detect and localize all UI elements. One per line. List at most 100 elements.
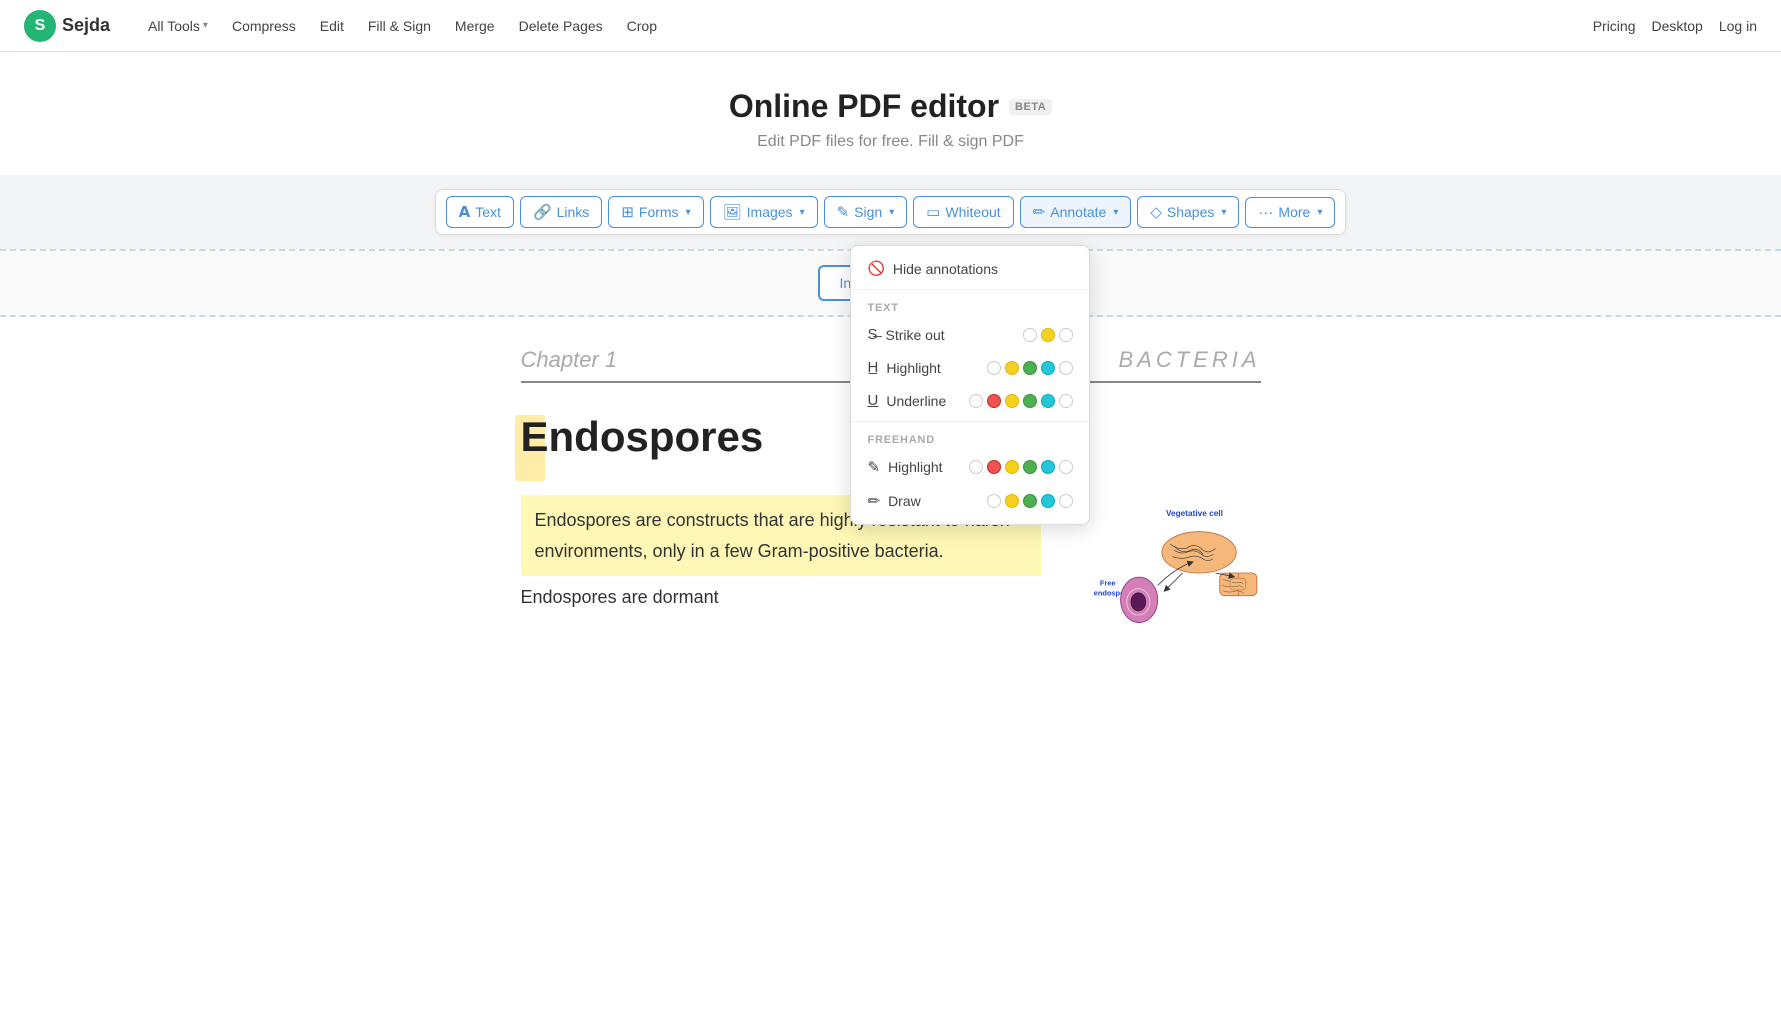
tool-text[interactable]: 𝗔 Text (446, 196, 514, 228)
strikeout-colors (1023, 328, 1073, 342)
freehand-section-label: FREEHAND (851, 426, 1089, 450)
color-circle[interactable] (1041, 328, 1055, 342)
hero-title: Online PDF editor BETA (729, 88, 1052, 125)
strikeout-item[interactable]: S̶ Strike out (851, 318, 1089, 351)
nav-login[interactable]: Log in (1719, 18, 1757, 34)
dropdown-divider-2 (851, 421, 1089, 422)
more-icon: ··· (1258, 204, 1273, 221)
nav-pricing[interactable]: Pricing (1593, 18, 1636, 34)
draw-colors (987, 494, 1073, 508)
highlight-text-item[interactable]: H̲ Highlight (851, 351, 1089, 384)
highlight-icon: H̲ (867, 359, 878, 376)
color-circle[interactable] (1059, 460, 1073, 474)
color-circle[interactable] (1059, 394, 1073, 408)
freehand-highlight-colors (969, 460, 1073, 474)
text-tool-icon: 𝗔 (459, 203, 471, 221)
color-circle[interactable] (969, 460, 983, 474)
highlight-colors (987, 361, 1073, 375)
color-circle[interactable] (1041, 460, 1055, 474)
tool-whiteout[interactable]: ▭ Whiteout (913, 196, 1013, 228)
logo[interactable]: S Sejda (24, 10, 110, 42)
svg-text:Free: Free (1099, 578, 1115, 587)
sign-dropdown-arrow: ▾ (889, 207, 894, 218)
draw-icon: ✏ (867, 492, 880, 510)
color-circle[interactable] (987, 361, 1001, 375)
color-circle[interactable] (1041, 361, 1055, 375)
color-circle[interactable] (1023, 394, 1037, 408)
nav-crop[interactable]: Crop (617, 12, 667, 40)
color-circle[interactable] (987, 494, 1001, 508)
images-dropdown-arrow: ▾ (800, 207, 805, 218)
color-circle[interactable] (1041, 394, 1055, 408)
color-circle[interactable] (1059, 328, 1073, 342)
dropdown-divider (851, 289, 1089, 290)
color-circle[interactable] (1005, 494, 1019, 508)
nav-right: Pricing Desktop Log in (1593, 18, 1757, 34)
annotate-dropdown-arrow: ▾ (1113, 207, 1118, 218)
nav-compress[interactable]: Compress (222, 12, 306, 40)
tool-links[interactable]: 🔗 Links (520, 196, 602, 228)
underline-item[interactable]: U Underline (851, 384, 1089, 417)
color-circle[interactable] (1023, 361, 1037, 375)
nav-merge[interactable]: Merge (445, 12, 505, 40)
nav-desktop[interactable]: Desktop (1651, 18, 1702, 34)
color-circle[interactable] (1005, 394, 1019, 408)
link-icon: 🔗 (533, 203, 552, 221)
forms-icon: ⊞ (621, 203, 634, 221)
chapter-title: Chapter 1 (521, 347, 618, 373)
freehand-highlight-icon: ✎ (867, 458, 880, 476)
color-circle[interactable] (1023, 328, 1037, 342)
tool-images[interactable]: 🖼 Images ▾ (710, 196, 818, 228)
illustration-column: Vegetative cell Free endospore (1071, 413, 1261, 738)
hero-subtitle: Edit PDF files for free. Fill & sign PDF (20, 133, 1761, 151)
annotate-dropdown: 🚫 Hide annotations TEXT S̶ Strike out H̲… (850, 245, 1090, 525)
strikeout-icon: S̶ (867, 326, 877, 343)
hero-section: Online PDF editor BETA Edit PDF files fo… (0, 52, 1781, 175)
hide-annotations-item[interactable]: 🚫 Hide annotations (851, 252, 1089, 285)
tool-annotate[interactable]: ✏ Annotate ▾ (1020, 196, 1132, 228)
tool-shapes[interactable]: ◇ Shapes ▾ (1137, 196, 1239, 228)
underline-colors (969, 394, 1073, 408)
forms-dropdown-arrow: ▾ (686, 207, 691, 218)
navbar: S Sejda All Tools ▾ Compress Edit Fill &… (0, 0, 1781, 52)
shapes-dropdown-arrow: ▾ (1221, 207, 1226, 218)
hide-annotations-icon: 🚫 (867, 260, 884, 277)
tool-forms[interactable]: ⊞ Forms ▾ (608, 196, 703, 228)
color-circle[interactable] (1005, 361, 1019, 375)
color-circle[interactable] (1059, 361, 1073, 375)
chevron-icon: ▾ (203, 20, 208, 31)
nav-all-tools[interactable]: All Tools ▾ (138, 12, 218, 40)
color-circle[interactable] (1041, 494, 1055, 508)
tool-more[interactable]: ··· More ▾ (1245, 197, 1335, 228)
sign-icon: ✎ (837, 203, 850, 221)
color-circle[interactable] (987, 394, 1001, 408)
nav-delete-pages[interactable]: Delete Pages (509, 12, 613, 40)
color-circle[interactable] (1023, 494, 1037, 508)
logo-text: Sejda (62, 15, 110, 36)
svg-text:Vegetative cell: Vegetative cell (1166, 509, 1223, 518)
color-circle[interactable] (987, 460, 1001, 474)
nav-fill-sign[interactable]: Fill & Sign (358, 12, 441, 40)
toolbar: 𝗔 Text 🔗 Links ⊞ Forms ▾ 🖼 Images ▾ (435, 189, 1347, 235)
endospores-heading: Endospores (521, 413, 764, 461)
more-dropdown-arrow: ▾ (1317, 207, 1322, 218)
toolbar-wrap: 𝗔 Text 🔗 Links ⊞ Forms ▾ 🖼 Images ▾ (0, 175, 1781, 249)
bacteria-label: BACTERIA (1118, 347, 1260, 373)
color-circle[interactable] (969, 394, 983, 408)
toolbar-container: 𝗔 Text 🔗 Links ⊞ Forms ▾ 🖼 Images ▾ (435, 189, 1347, 235)
illustration-svg: Vegetative cell Free endospore (1071, 413, 1261, 733)
logo-icon: S (24, 10, 56, 42)
nav-edit[interactable]: Edit (310, 12, 354, 40)
whiteout-icon: ▭ (926, 203, 940, 221)
beta-badge: BETA (1009, 99, 1052, 115)
color-circle[interactable] (1005, 460, 1019, 474)
images-icon: 🖼 (723, 203, 742, 221)
draw-item[interactable]: ✏ Draw (851, 484, 1089, 518)
underline-icon: U (867, 392, 878, 409)
shapes-icon: ◇ (1150, 203, 1162, 221)
tool-sign[interactable]: ✎ Sign ▾ (824, 196, 908, 228)
color-circle[interactable] (1023, 460, 1037, 474)
freehand-highlight-item[interactable]: ✎ Highlight (851, 450, 1089, 484)
color-circle[interactable] (1059, 494, 1073, 508)
text-section-label: TEXT (851, 294, 1089, 318)
